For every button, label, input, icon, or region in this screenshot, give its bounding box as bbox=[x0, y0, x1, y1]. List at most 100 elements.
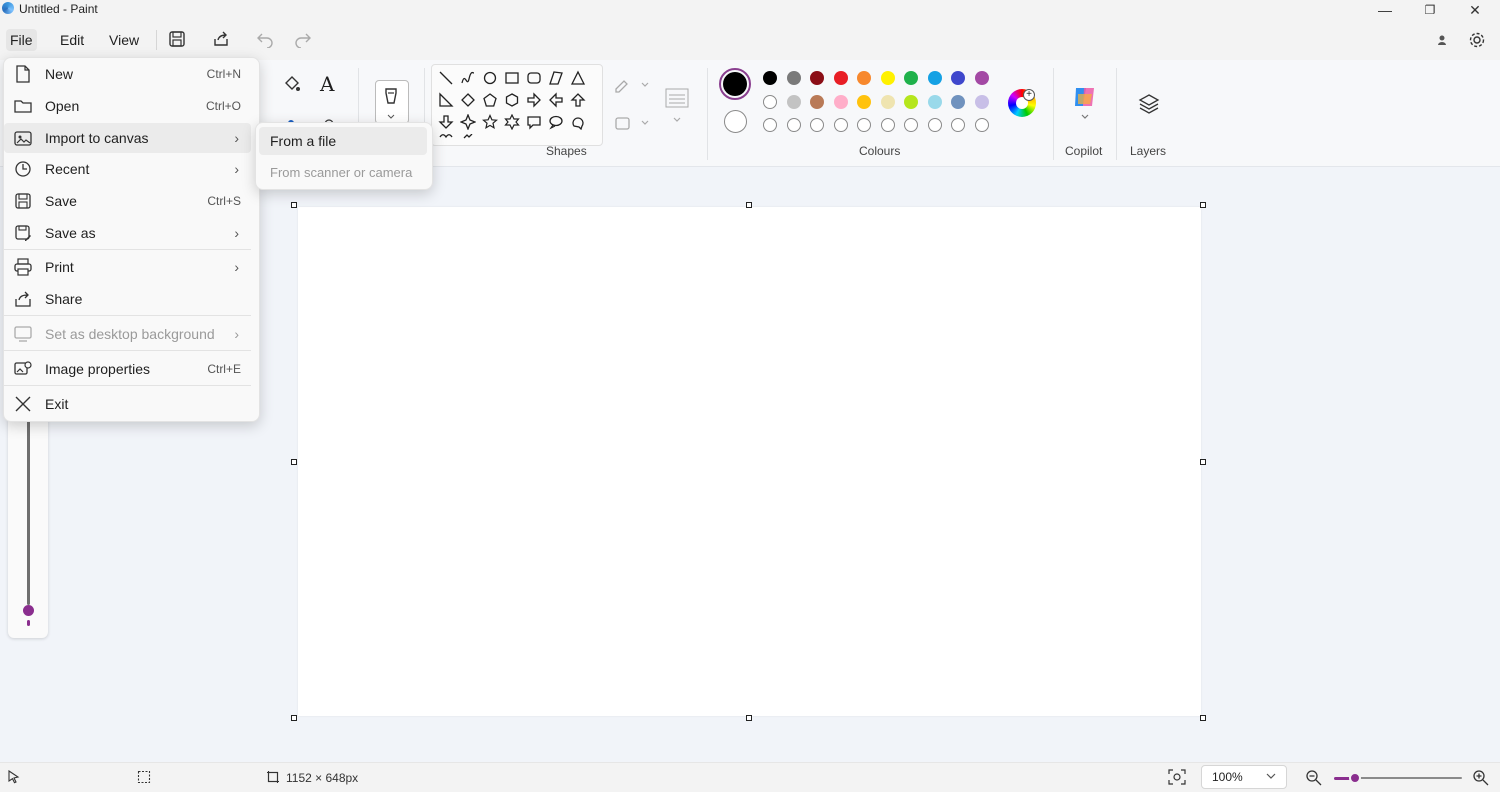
colour-swatch[interactable] bbox=[786, 94, 801, 109]
undo-icon[interactable] bbox=[256, 30, 276, 50]
size-dropdown[interactable] bbox=[664, 86, 692, 130]
resize-handle[interactable] bbox=[291, 715, 297, 721]
minimize-button[interactable]: — bbox=[1362, 0, 1408, 20]
menu-item-open[interactable]: Open Ctrl+O bbox=[4, 91, 251, 121]
five-point-star-shape-icon[interactable] bbox=[480, 112, 500, 132]
menu-item-share[interactable]: Share bbox=[4, 284, 251, 314]
menu-item-new[interactable]: New Ctrl+N bbox=[4, 59, 251, 89]
redo-icon[interactable] bbox=[294, 30, 314, 50]
custom-colour-slot[interactable] bbox=[833, 118, 848, 132]
account-icon[interactable] bbox=[1433, 31, 1451, 49]
secondary-colour-button[interactable] bbox=[724, 110, 747, 133]
curve-shape-icon[interactable] bbox=[458, 68, 478, 88]
colour-swatch[interactable] bbox=[857, 94, 871, 109]
menu-item-print[interactable]: Print › bbox=[4, 252, 251, 282]
lightning-shape-icon[interactable] bbox=[458, 134, 478, 144]
triangle-shape-icon[interactable] bbox=[568, 68, 588, 88]
view-menu-button[interactable]: View bbox=[105, 29, 143, 51]
oval-callout-shape-icon[interactable] bbox=[546, 112, 566, 132]
share-icon[interactable] bbox=[212, 30, 232, 50]
edit-menu-button[interactable]: Edit bbox=[56, 29, 88, 51]
custom-colour-slot[interactable] bbox=[927, 118, 942, 132]
text-tool-icon[interactable]: A bbox=[320, 72, 334, 96]
maximize-button[interactable]: ❐ bbox=[1407, 0, 1453, 20]
colour-swatch[interactable] bbox=[857, 71, 871, 85]
right-triangle-shape-icon[interactable] bbox=[436, 90, 456, 110]
colour-swatch[interactable] bbox=[763, 94, 777, 109]
menu-item-image-properties[interactable]: Image properties Ctrl+E bbox=[4, 354, 251, 384]
cloud-callout-shape-icon[interactable] bbox=[568, 112, 588, 132]
custom-colour-slot[interactable] bbox=[880, 118, 895, 132]
menu-item-exit[interactable]: Exit bbox=[4, 389, 251, 419]
left-arrow-shape-icon[interactable] bbox=[546, 90, 566, 110]
menu-item-recent[interactable]: Recent › bbox=[4, 154, 251, 184]
brushes-button[interactable] bbox=[375, 80, 409, 124]
custom-colour-slot[interactable] bbox=[763, 118, 777, 132]
zoom-slider-thumb[interactable] bbox=[1349, 772, 1361, 784]
colour-swatch[interactable] bbox=[880, 71, 895, 85]
up-arrow-shape-icon[interactable] bbox=[568, 90, 588, 110]
file-menu-button[interactable]: File bbox=[6, 29, 37, 51]
fill-dropdown[interactable] bbox=[613, 114, 653, 132]
colour-swatch[interactable] bbox=[927, 71, 942, 85]
resize-handle[interactable] bbox=[291, 202, 297, 208]
diamond-shape-icon[interactable] bbox=[458, 90, 478, 110]
custom-colour-slot[interactable] bbox=[810, 118, 824, 132]
colour-swatch[interactable] bbox=[763, 71, 777, 85]
save-icon[interactable] bbox=[168, 30, 188, 50]
zoom-in-icon[interactable] bbox=[1472, 769, 1490, 787]
custom-colour-slot[interactable] bbox=[951, 118, 965, 132]
resize-handle[interactable] bbox=[1200, 715, 1206, 721]
colour-swatch[interactable] bbox=[810, 94, 824, 109]
colour-swatch[interactable] bbox=[833, 94, 848, 109]
drawing-canvas[interactable] bbox=[298, 207, 1201, 716]
colour-swatch[interactable] bbox=[974, 94, 989, 109]
colour-swatch[interactable] bbox=[810, 71, 824, 85]
brush-size-thumb[interactable] bbox=[23, 605, 34, 616]
zoom-level-dropdown[interactable]: 100% bbox=[1201, 765, 1287, 789]
custom-colour-slot[interactable] bbox=[904, 118, 918, 132]
layers-icon[interactable] bbox=[1137, 92, 1161, 116]
colour-swatch[interactable] bbox=[833, 71, 848, 85]
right-arrow-shape-icon[interactable] bbox=[524, 90, 544, 110]
menu-item-save[interactable]: Save Ctrl+S bbox=[4, 186, 251, 216]
copilot-icon[interactable] bbox=[1072, 84, 1098, 120]
custom-colour-slot[interactable] bbox=[974, 118, 989, 132]
submenu-item-from-a-file[interactable]: From a file bbox=[259, 127, 427, 155]
colour-swatch[interactable] bbox=[786, 71, 801, 85]
close-window-button[interactable]: ✕ bbox=[1452, 0, 1498, 20]
resize-handle[interactable] bbox=[1200, 202, 1206, 208]
colour-swatch[interactable] bbox=[951, 71, 965, 85]
fill-bucket-icon[interactable] bbox=[282, 74, 302, 94]
zoom-slider-track[interactable] bbox=[1350, 777, 1462, 779]
polygon-shape-icon[interactable] bbox=[546, 68, 566, 88]
six-point-star-shape-icon[interactable] bbox=[502, 112, 522, 132]
resize-handle[interactable] bbox=[1200, 459, 1206, 465]
zoom-out-icon[interactable] bbox=[1305, 769, 1323, 787]
colour-swatch[interactable] bbox=[927, 94, 942, 109]
outline-dropdown[interactable] bbox=[613, 76, 653, 94]
pentagon-shape-icon[interactable] bbox=[480, 90, 500, 110]
menu-item-import-to-canvas[interactable]: Import to canvas › bbox=[4, 123, 251, 153]
fit-to-window-icon[interactable] bbox=[1168, 769, 1186, 785]
down-arrow-shape-icon[interactable] bbox=[436, 112, 456, 132]
rectangle-shape-icon[interactable] bbox=[502, 68, 522, 88]
rounded-rectangle-shape-icon[interactable] bbox=[524, 68, 544, 88]
colour-swatch[interactable] bbox=[951, 94, 965, 109]
hexagon-shape-icon[interactable] bbox=[502, 90, 522, 110]
settings-gear-icon[interactable] bbox=[1467, 30, 1487, 50]
brush-size-track[interactable] bbox=[27, 420, 30, 605]
heart-shape-icon[interactable] bbox=[436, 134, 456, 144]
rectangular-callout-shape-icon[interactable] bbox=[524, 112, 544, 132]
line-shape-icon[interactable] bbox=[436, 68, 456, 88]
colour-swatch[interactable] bbox=[880, 94, 895, 109]
colour-swatch[interactable] bbox=[904, 71, 918, 85]
colour-swatch[interactable] bbox=[974, 71, 989, 85]
resize-handle[interactable] bbox=[746, 715, 752, 721]
resize-handle[interactable] bbox=[746, 202, 752, 208]
colour-swatch[interactable] bbox=[904, 94, 918, 109]
custom-colour-slot[interactable] bbox=[786, 118, 801, 132]
four-point-star-shape-icon[interactable] bbox=[458, 112, 478, 132]
oval-shape-icon[interactable] bbox=[480, 68, 500, 88]
custom-colour-slot[interactable] bbox=[857, 118, 871, 132]
